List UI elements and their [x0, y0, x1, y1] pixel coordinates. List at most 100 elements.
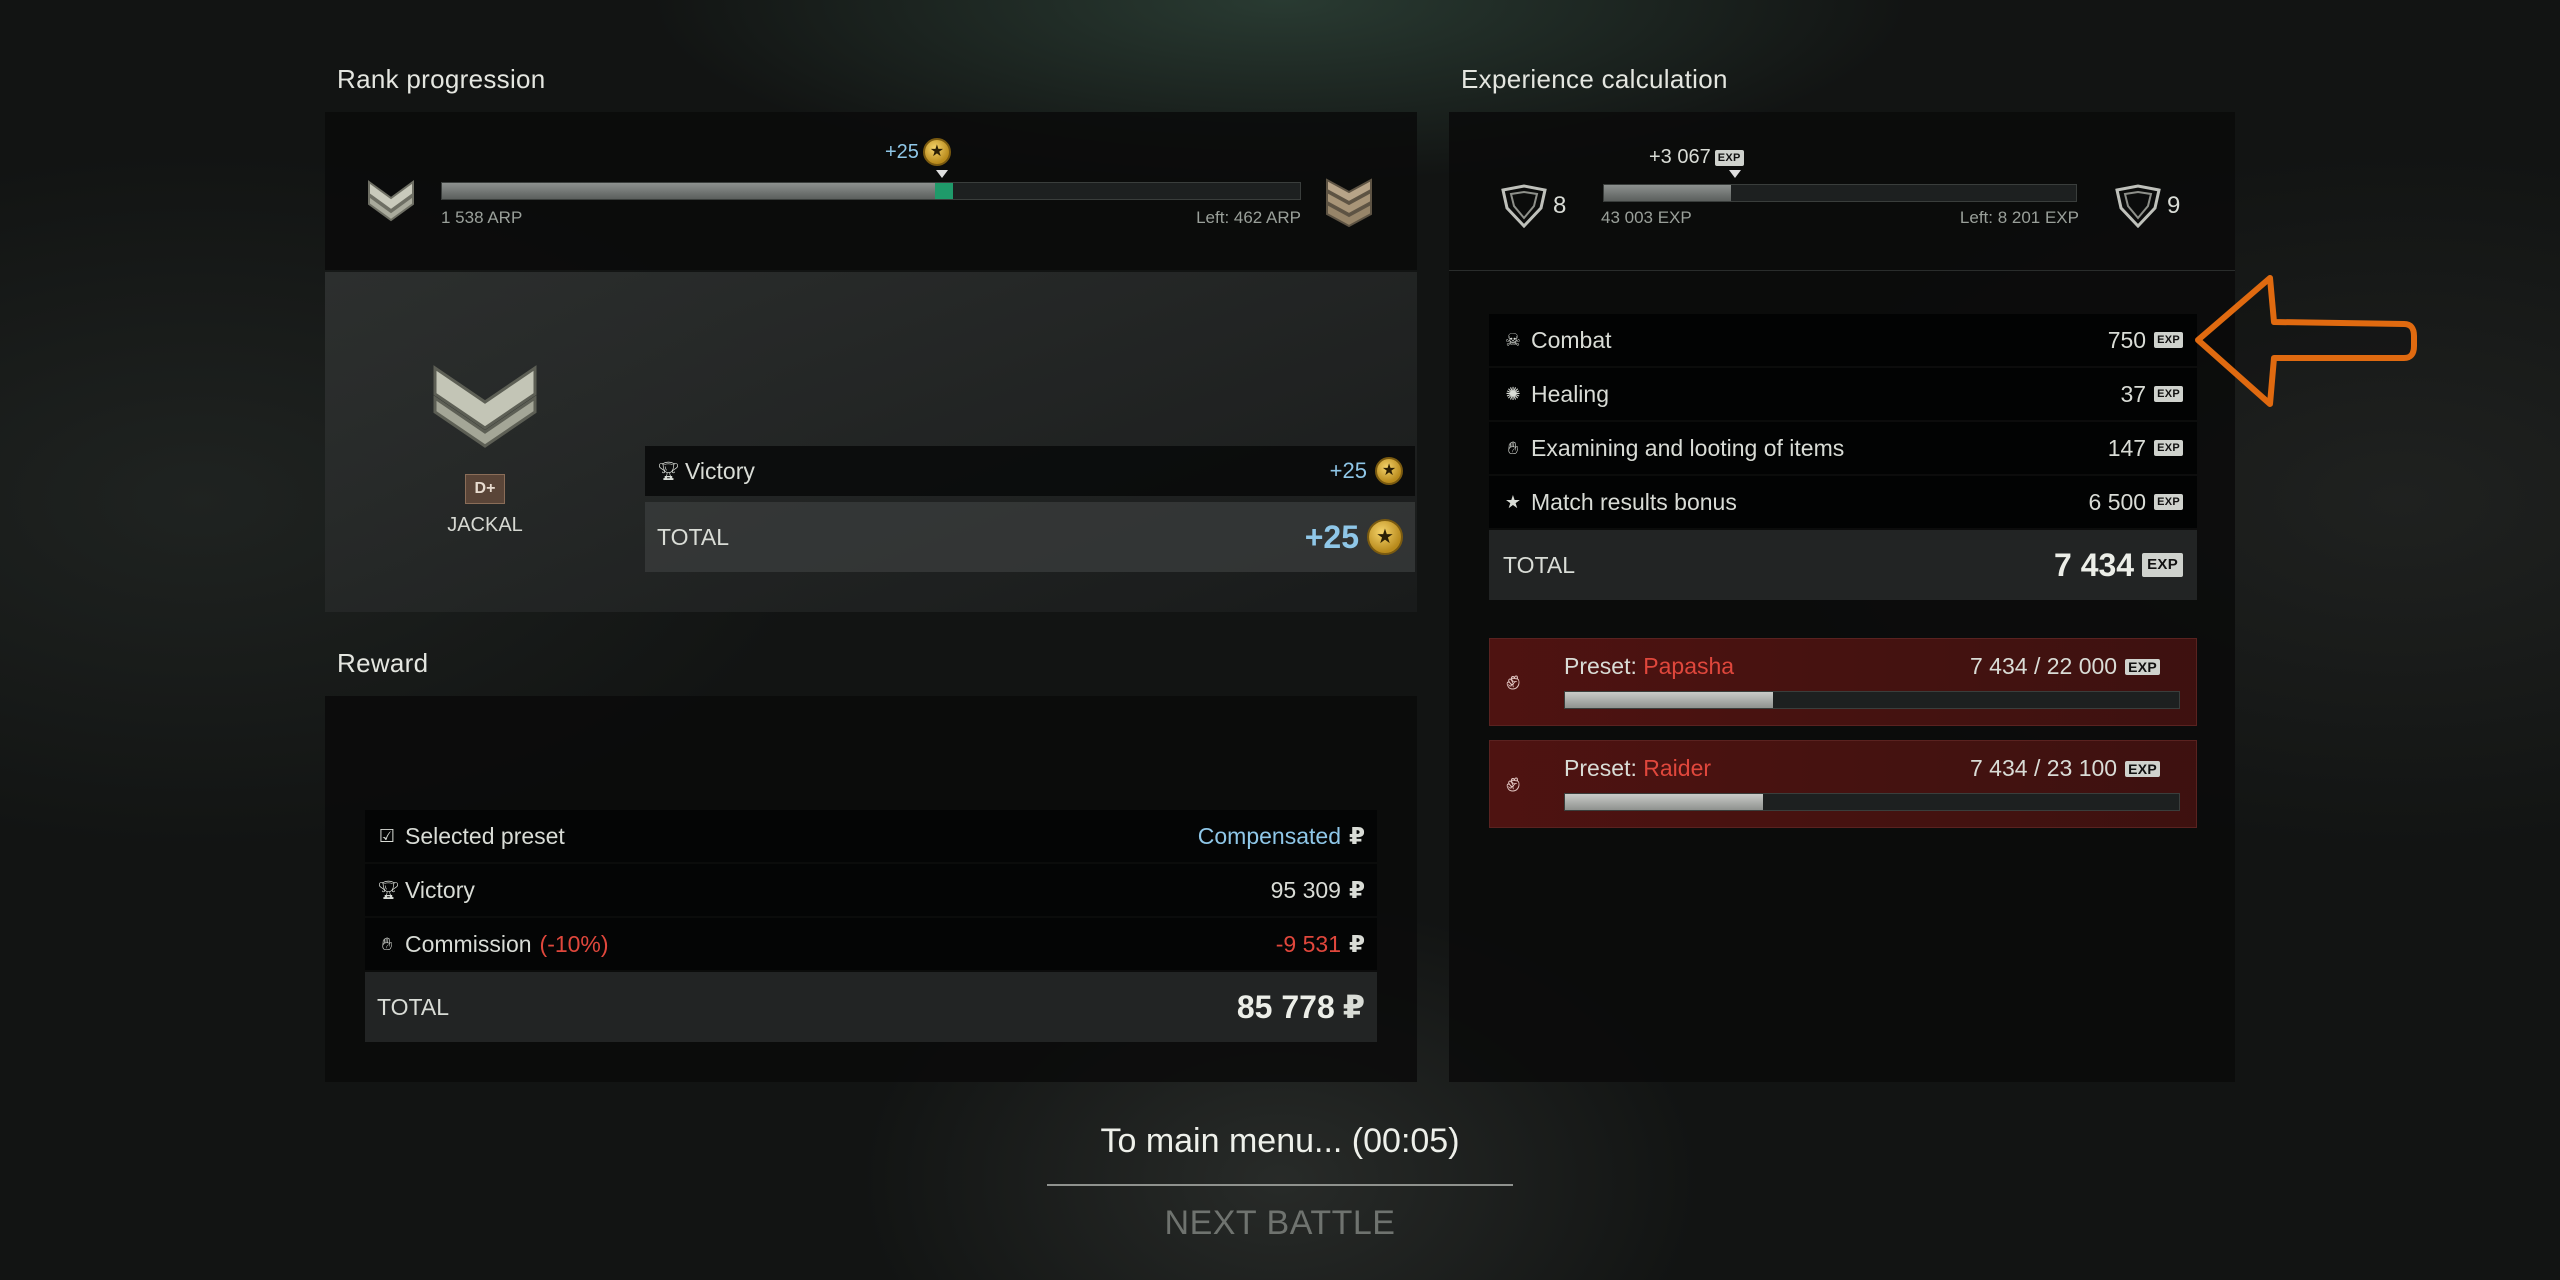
preset-card-papasha: ✊︎ Preset: Papasha 7 434 / 22 000 EXP: [1489, 638, 2197, 726]
preset-progress-fill: [1565, 692, 1773, 708]
exp-badge: EXP: [2154, 386, 2183, 402]
experience-left: Left: 8 201 EXP: [1959, 208, 2079, 227]
rank-total-coin-icon: [1367, 519, 1403, 555]
exp-badge: EXP: [2154, 440, 2183, 456]
skull-icon: ☠: [1504, 329, 1522, 350]
reward-commission-value: -9 531: [1275, 930, 1341, 957]
rouble-icon: ₽: [1348, 930, 1365, 957]
exp-badge: EXP: [2154, 494, 2183, 510]
reward-commission-row: ✋︎ Commission (-10%) -9 531 ₽: [365, 918, 1377, 970]
exp-row-combat: ☠ Combat 750 EXP: [1489, 314, 2197, 366]
preset-card-raider: ✊︎ Preset: Raider 7 434 / 23 100 EXP: [1489, 740, 2197, 828]
reward-selected-preset-row: ☑ Selected preset Compensated ₽: [365, 810, 1377, 862]
experience-marker-icon: [1729, 170, 1741, 178]
exp-row-label: Healing: [1531, 380, 1609, 407]
reward-total-row: TOTAL 85 778 ₽: [365, 972, 1377, 1042]
exp-badge: EXP: [1714, 149, 1744, 166]
reward-victory-value: 95 309: [1270, 876, 1341, 903]
preset-icon: ☑: [378, 825, 396, 846]
reward-selected-preset-value: Compensated: [1197, 822, 1341, 849]
experience-panel: 8 +3 067 EXP 43 003 EXP Left: 8 201 EXP …: [1449, 112, 2235, 1082]
rank-coin-icon: [922, 138, 951, 166]
rank-chevron-icon: [368, 180, 414, 222]
reward-title: Reward: [337, 648, 429, 678]
preset-title: Preset: Raider: [1564, 755, 1711, 782]
divider: [1449, 270, 2235, 271]
rank-name: JACKAL: [447, 514, 523, 536]
next-battle-button[interactable]: NEXT BATTLE: [1047, 1204, 1513, 1243]
preset-progress-bar: [1564, 691, 2180, 709]
exp-badge: EXP: [2125, 658, 2160, 675]
rank-progress-panel: +25 1 538 ARP Left: 462 ARP: [325, 112, 1417, 270]
experience-current: 43 003 EXP: [1601, 208, 1692, 227]
rank-total-label: TOTAL: [657, 523, 729, 550]
exp-row-value: 750: [2107, 326, 2147, 353]
experience-progress-bar: [1603, 184, 2077, 202]
reward-total-value: 85 778: [1236, 988, 1335, 1025]
preset-progress-value: 7 434 / 22 000: [1970, 653, 2118, 679]
rank-victory-coin-icon: [1375, 457, 1403, 485]
level-next: 9: [2167, 192, 2181, 219]
trophy-icon: 🏆︎: [657, 460, 680, 481]
rank-progress-bar: [441, 182, 1301, 200]
exp-row-value: 6 500: [2088, 488, 2147, 515]
footer-divider: [1047, 1184, 1513, 1186]
preset-progress-bar: [1564, 793, 2180, 811]
rank-total-value: +25: [1304, 518, 1359, 555]
preset-prefix: Preset:: [1564, 653, 1644, 679]
rank-victory-value: +25: [1329, 458, 1367, 483]
experience-progress-fill: [1604, 185, 1732, 201]
star-icon: ★: [1504, 491, 1522, 512]
experience-title: Experience calculation: [1461, 64, 1728, 94]
reward-victory-label: Victory: [405, 876, 475, 903]
exp-badge: EXP: [2142, 553, 2183, 577]
rank-current-points: 1 538 ARP: [441, 208, 523, 227]
hand-icon: ✋︎: [1507, 437, 1519, 458]
rank-marker-icon: [936, 170, 948, 178]
trophy-icon: 🏆︎: [377, 879, 400, 900]
exp-badge: EXP: [2125, 760, 2160, 777]
rank-gain-value: +25: [885, 140, 919, 163]
hand-icon: ✋︎: [381, 933, 393, 954]
rouble-icon: ₽: [1348, 822, 1365, 849]
rouble-icon: ₽: [1348, 876, 1365, 903]
fist-icon: ✊︎: [1506, 665, 1521, 695]
reward-commission-label: Commission: [405, 930, 532, 957]
rank-badge: D+: [465, 474, 505, 504]
exp-total-value: 7 434: [2054, 546, 2135, 583]
exp-total-label: TOTAL: [1503, 551, 1575, 578]
exp-row-value: 147: [2107, 434, 2147, 461]
exp-row-healing: ✺ Healing 37 EXP: [1489, 368, 2197, 420]
exp-row-looting: ✋︎ Examining and looting of items 147 EXP: [1489, 422, 2197, 474]
preset-title: Preset: Papasha: [1564, 653, 1734, 680]
next-rank-icon: [1326, 178, 1372, 228]
preset-name: Papasha: [1643, 653, 1735, 679]
preset-progress-value: 7 434 / 23 100: [1970, 755, 2118, 781]
exp-row-label: Examining and looting of items: [1531, 434, 1845, 461]
reward-selected-preset-label: Selected preset: [405, 822, 565, 849]
experience-gain-value: +3 067: [1649, 146, 1711, 168]
level-current: 8: [1553, 192, 1567, 219]
bandage-icon: ✺: [1505, 383, 1521, 404]
preset-prefix: Preset:: [1564, 755, 1644, 781]
rank-gain: +25: [885, 138, 951, 166]
reward-panel: ☑ Selected preset Compensated ₽ 🏆︎ Victory …: [325, 696, 1417, 1082]
rank-gain-fill: [935, 183, 953, 199]
rank-victory-row: 🏆︎ Victory +25: [645, 446, 1415, 496]
exp-row-label: Combat: [1531, 326, 1612, 353]
rouble-icon: ₽: [1342, 989, 1365, 1025]
fist-icon: ✊︎: [1506, 767, 1521, 797]
rank-victory-label: Victory: [685, 457, 755, 484]
experience-gain: +3 067 EXP: [1649, 146, 1744, 169]
rank-detail-panel: D+ JACKAL 🏆︎Victory +25 TOTAL +25: [325, 272, 1417, 612]
preset-progress-fill: [1565, 794, 1763, 810]
preset-progress: 7 434 / 22 000 EXP: [1970, 653, 2160, 680]
exp-row-label: Match results bonus: [1531, 488, 1737, 515]
rank-progress-fill: [442, 183, 936, 199]
reward-total-label: TOTAL: [377, 993, 449, 1020]
rank-left-points: Left: 462 ARP: [1196, 208, 1301, 227]
main-menu-countdown-button[interactable]: To main menu... (00:05): [1047, 1122, 1513, 1161]
exp-row-match-bonus: ★ Match results bonus 6 500 EXP: [1489, 476, 2197, 528]
reward-commission-pct: (-10%): [539, 930, 609, 957]
orange-arrow-annotation-icon: [2195, 275, 2417, 407]
